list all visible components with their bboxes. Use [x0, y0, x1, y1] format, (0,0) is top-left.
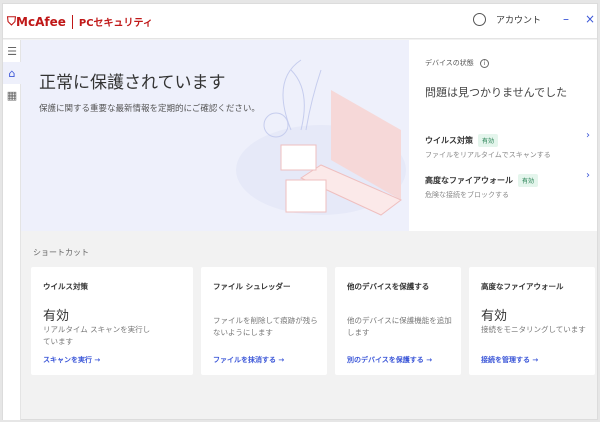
- item-name: 高度なファイアウォール: [425, 176, 513, 185]
- hero-subtitle: 保護に関する重要な最新情報を定期的にご確認ください。: [39, 104, 260, 114]
- info-icon[interactable]: i: [480, 59, 490, 68]
- product-name: PCセキュリティ: [78, 18, 153, 29]
- status-item-firewall[interactable]: 高度なファイアウォール 有効 危険な接続をブロックする ›: [425, 168, 590, 200]
- card-title: 高度なファイアウォール: [481, 282, 564, 291]
- home-icon[interactable]: ⌂: [3, 62, 21, 84]
- menu-icon[interactable]: ☰: [3, 40, 21, 62]
- account-icon: [473, 13, 486, 26]
- card-desc: ファイルを削除して痕跡が残らないようにします: [213, 316, 318, 337]
- account-label: アカウント: [496, 16, 542, 26]
- card-firewall: 高度なファイアウォール 有効 接続をモニタリングしています 接続を管理する →: [469, 267, 595, 375]
- protect-device-link[interactable]: 別のデバイスを保護する →: [347, 355, 432, 365]
- item-desc: 危険な接続をブロックする: [425, 191, 509, 199]
- hero-banner: 正常に保護されています 保護に関する重要な最新情報を定期的にご確認ください。: [21, 40, 409, 231]
- account-button[interactable]: アカウント: [473, 13, 541, 26]
- manage-connections-link[interactable]: 接続を管理する →: [481, 355, 538, 365]
- shred-files-link[interactable]: ファイルを抹消する →: [213, 355, 284, 365]
- card-desc: リアルタイム スキャンを実行しています: [43, 325, 151, 346]
- status-badge: 有効: [478, 134, 499, 147]
- item-desc: ファイルをリアルタイムでスキャンする: [425, 151, 551, 159]
- run-scan-link[interactable]: スキャンを実行 →: [43, 355, 100, 365]
- card-title: ウイルス対策: [43, 282, 88, 291]
- close-button[interactable]: ×: [585, 12, 595, 26]
- chevron-right-icon: ›: [586, 130, 590, 141]
- brand-name: McAfee: [16, 14, 66, 29]
- shield-icon: ⛉: [7, 14, 17, 28]
- chevron-right-icon: ›: [586, 170, 590, 181]
- title-bar: ⛉ McAfee PCセキュリティ アカウント – ×: [3, 4, 597, 39]
- shortcuts-title: ショートカット: [33, 248, 89, 257]
- item-name: ウイルス対策: [425, 136, 473, 145]
- card-status: 有効: [43, 309, 70, 324]
- status-item-antivirus[interactable]: ウイルス対策 有効 ファイルをリアルタイムでスキャンする ›: [425, 128, 590, 160]
- status-headline: 問題は見つかりませんでした: [425, 86, 568, 99]
- hero-title: 正常に保護されています: [39, 73, 226, 93]
- minimize-button[interactable]: –: [563, 12, 569, 26]
- card-antivirus: ウイルス対策 有効 リアルタイム スキャンを実行しています スキャンを実行 →: [31, 267, 193, 375]
- device-status-panel: デバイスの状態 i 問題は見つかりませんでした ウイルス対策 有効 ファイルをリア…: [409, 40, 597, 231]
- mcafee-logo: ⛉ McAfee PCセキュリティ: [7, 14, 153, 29]
- status-title: デバイスの状態: [425, 59, 474, 67]
- card-title: 他のデバイスを保護する: [347, 282, 430, 291]
- status-badge: 有効: [518, 174, 539, 187]
- card-title: ファイル シュレッダー: [213, 282, 291, 291]
- laptop-illustration: [236, 59, 406, 216]
- sidebar: ☰ ⌂ ▦: [3, 40, 21, 420]
- card-shredder: ファイル シュレッダー ファイルを削除して痕跡が残らないようにします ファイルを…: [201, 267, 327, 375]
- app-window: ⛉ McAfee PCセキュリティ アカウント – × ☰ ⌂ ▦ 正常に保護さ…: [2, 3, 598, 420]
- card-protect-devices: 他のデバイスを保護する 他のデバイスに保護機能を追加します 別のデバイスを保護す…: [335, 267, 461, 375]
- card-desc: 接続をモニタリングしています: [481, 325, 586, 334]
- card-desc: 他のデバイスに保護機能を追加します: [347, 316, 452, 337]
- apps-icon[interactable]: ▦: [3, 84, 21, 106]
- card-status: 有効: [481, 309, 508, 324]
